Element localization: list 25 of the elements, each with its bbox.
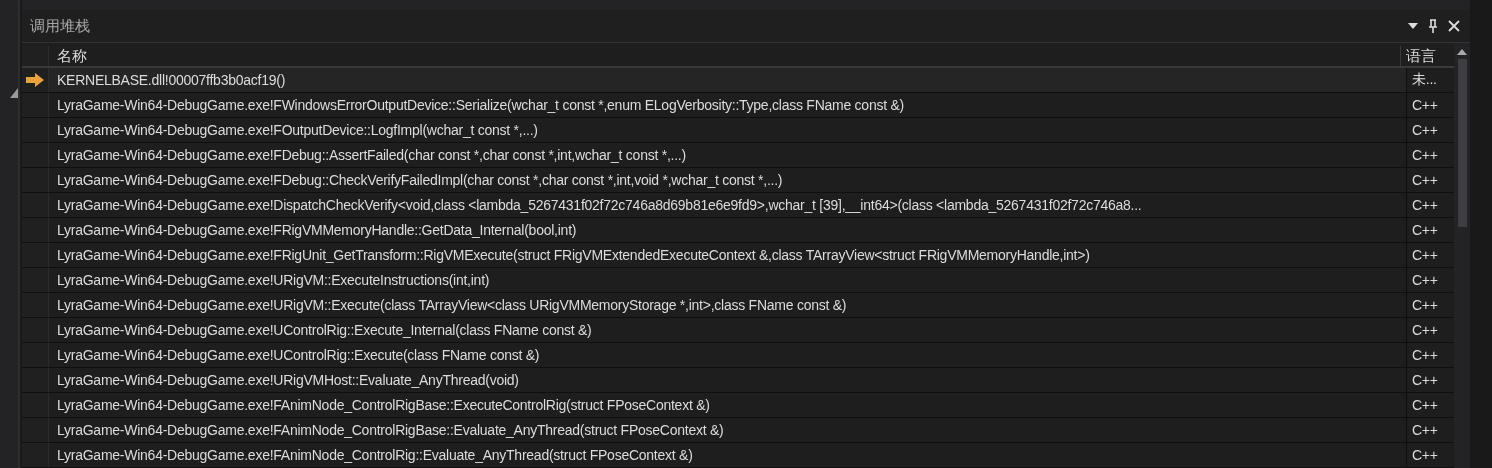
scroll-arrow-icon[interactable] xyxy=(10,88,18,98)
frame-name: KERNELBASE.dll!00007ffb3b0acf19() xyxy=(49,68,1406,92)
scrollbar[interactable] xyxy=(1454,43,1470,468)
frame-name: LyraGame-Win64-DebugGame.exe!FAnimNode_ControlRigBase::Evaluate_AnyThread(struct FPoseContext &) xyxy=(56,421,725,440)
frame-name: LyraGame-Win64-DebugGame.exe!URigVM::ExecuteInstructions(int,int) xyxy=(56,271,491,290)
frame-name: LyraGame-Win64-DebugGame.exe!FAnimNode_ControlRig::Evaluate_AnyThread(struct FPoseContext &) xyxy=(56,446,694,465)
frame-name: LyraGame-Win64-DebugGame.exe!DispatchCheckVerify<void,class <lambda_5267431f02f72c746a8d69b81e6e9fd9>,wchar_t [39],__int64>(class <lambda_5267431f02f72c746a8... xyxy=(56,196,1143,215)
frame-name: LyraGame-Win64-DebugGame.exe!UControlRig::Execute_Internal(class FName const &) xyxy=(56,321,593,340)
frame-name: LyraGame-Win64-DebugGame.exe!FRigVMMemoryHandle::GetData_Internal(bool,int) xyxy=(56,221,578,240)
panel-title: 调用堆栈 xyxy=(30,16,91,36)
pin-icon[interactable] xyxy=(1428,19,1438,33)
column-header[interactable]: 名称 xyxy=(49,46,1400,66)
frame-name: LyraGame-Win64-DebugGame.exe!URigVM::Execute(class TArrayView<class URigVMMemoryStorage *,int>,class FName const &) xyxy=(56,296,848,315)
frame-name: LyraGame-Win64-DebugGame.exe!FOutputDevice::LogfImpl(wchar_t const *,...) xyxy=(56,121,539,140)
frame-name: LyraGame-Win64-DebugGame.exe!FRigUnit_GetTransform::RigVMExecute(struct FRigVMExtendedExecuteContext &,class TArrayView<struct FRigVMMemoryHandle,int>) xyxy=(56,246,1091,265)
dropdown-icon[interactable] xyxy=(1408,23,1418,29)
frame-name: LyraGame-Win64-DebugGame.exe!FDebug::AssertFailed(char const *,char const *,int,wchar_t const *,...) xyxy=(56,146,687,165)
frame-name: LyraGame-Win64-DebugGame.exe!FDebug::CheckVerifyFailedImpl(char const *,char const *,int,void *,wchar_t const *,...) xyxy=(56,171,784,190)
frame-name: LyraGame-Win64-DebugGame.exe!FWindowsErrorOutputDevice::Serialize(wchar_t const *,enum ELogVerbosity::Type,class FName const &) xyxy=(56,96,905,115)
frame-name: LyraGame-Win64-DebugGame.exe!FAnimNode_ControlRigBase::ExecuteControlRig(struct FPoseContext &) xyxy=(56,396,711,415)
frame-name: LyraGame-Win64-DebugGame.exe!URigVMHost::Evaluate_AnyThread(void) xyxy=(56,371,520,390)
frame-name: LyraGame-Win64-DebugGame.exe!UControlRig::Execute(class FName const &) xyxy=(56,346,541,365)
scroll-up-icon[interactable] xyxy=(1457,49,1467,55)
scroll-thumb[interactable] xyxy=(1457,59,1467,227)
close-icon[interactable] xyxy=(1448,20,1460,32)
